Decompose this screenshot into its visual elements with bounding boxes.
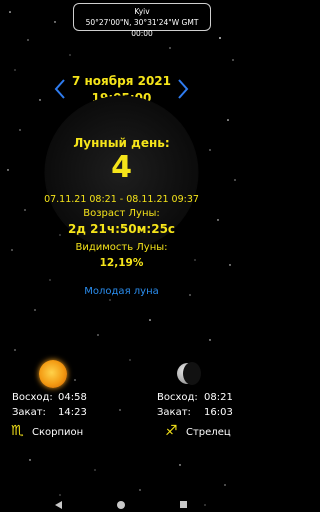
location-coordinates: 50°27'00"N, 30°31'24"W GMT 00:00 — [85, 18, 199, 38]
recents-square-icon[interactable] — [180, 501, 187, 508]
moon-zodiac-sign: Стрелец — [186, 427, 231, 438]
location-city: Kyiv — [134, 7, 150, 16]
home-circle-icon[interactable] — [117, 501, 125, 509]
moon-rise-label: Восход: — [157, 392, 198, 403]
sun-set-time: 14:23 — [58, 407, 87, 418]
moon-age-label: Возраст Луны: — [83, 208, 160, 219]
moon-icon — [177, 362, 201, 385]
lunar-day-number: 4 — [111, 150, 132, 185]
sagittarius-icon: ♐ — [165, 423, 178, 439]
moon-age-value: 2д 21ч:50м:25с — [67, 222, 176, 236]
back-triangle-icon[interactable] — [55, 501, 62, 509]
moon-rise-time: 08:21 — [204, 392, 233, 403]
scorpio-icon: ♏ — [11, 423, 24, 439]
system-nav-bar — [55, 501, 187, 509]
sun-rise-label: Восход: — [12, 392, 53, 403]
sun-zodiac-sign: Скорпион — [32, 427, 84, 438]
moon-set-time: 16:03 — [204, 407, 233, 418]
moon-visibility-value: 12,19% — [99, 257, 144, 269]
sun-rise-time: 04:58 — [58, 392, 87, 403]
sun-icon — [39, 360, 67, 388]
lunar-day-range: 07.11.21 08:21 - 08.11.21 09:37 — [44, 194, 199, 205]
date-label: 7 ноября 2021 — [71, 74, 172, 88]
lunar-day-title: Лунный день: — [73, 136, 170, 150]
moon-phase-link[interactable]: Молодая луна — [0, 286, 243, 297]
sun-set-label: Закат: — [12, 407, 46, 418]
location-box[interactable]: Kyiv 50°27'00"N, 30°31'24"W GMT 00:00 — [73, 3, 211, 38]
moon-visibility-label: Видимость Луны: — [75, 242, 168, 253]
moon-set-label: Закат: — [157, 407, 191, 418]
